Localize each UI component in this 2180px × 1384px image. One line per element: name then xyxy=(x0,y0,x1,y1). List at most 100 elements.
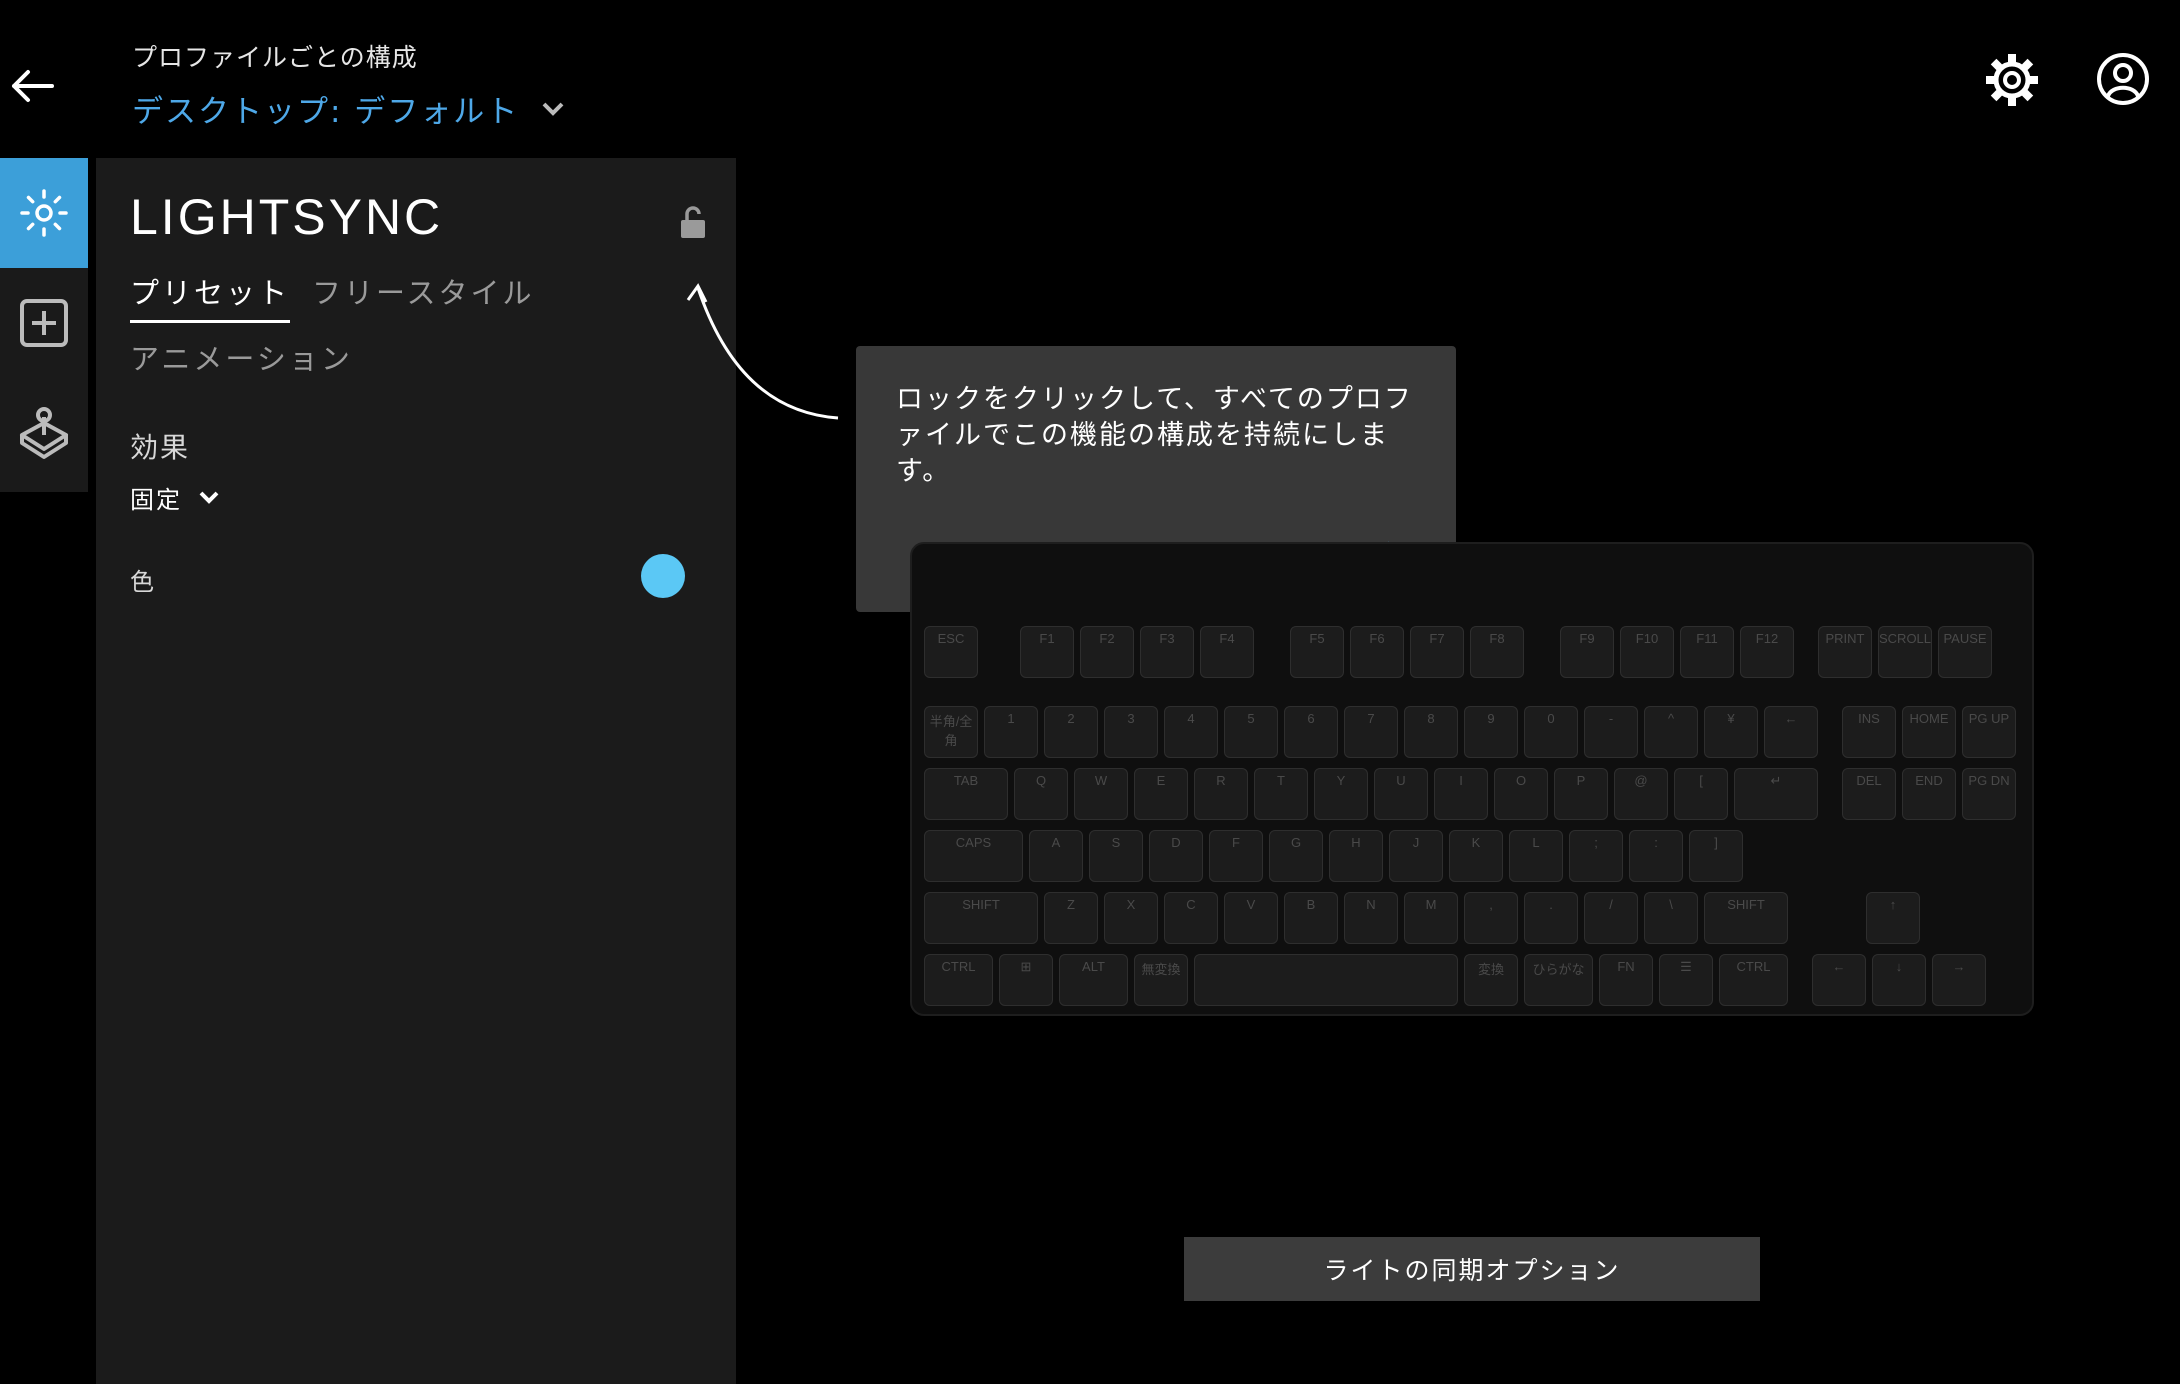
keyboard-key[interactable]: END xyxy=(1902,768,1956,820)
keyboard-key[interactable]: TAB xyxy=(924,768,1008,820)
settings-button[interactable] xyxy=(1984,52,2040,108)
keyboard-key[interactable]: ↵ xyxy=(1734,768,1818,820)
color-swatch[interactable] xyxy=(641,554,685,598)
keyboard-key[interactable]: 1 xyxy=(984,706,1038,758)
keyboard-key[interactable]: Z xyxy=(1044,892,1098,944)
keyboard-key[interactable]: F12 xyxy=(1740,626,1794,678)
keyboard-key[interactable]: ひらがな xyxy=(1524,954,1593,1006)
keyboard-key[interactable]: ⊞ xyxy=(999,954,1053,1006)
keyboard-key[interactable]: M xyxy=(1404,892,1458,944)
keyboard-key[interactable]: 8 xyxy=(1404,706,1458,758)
keyboard-key[interactable]: HOME xyxy=(1902,706,1956,758)
keyboard-key[interactable]: 0 xyxy=(1524,706,1578,758)
back-button[interactable] xyxy=(8,66,56,106)
keyboard-key[interactable]: F3 xyxy=(1140,626,1194,678)
rail-item-lighting[interactable] xyxy=(0,158,88,268)
keyboard-key[interactable]: ALT xyxy=(1059,954,1128,1006)
profile-selector[interactable]: デスクトップ: デフォルト xyxy=(132,86,565,131)
keyboard-key[interactable]: ; xyxy=(1569,830,1623,882)
keyboard-key[interactable]: @ xyxy=(1614,768,1668,820)
keyboard-key[interactable]: Y xyxy=(1314,768,1368,820)
keyboard-key[interactable]: 半角/全角 xyxy=(924,706,978,758)
keyboard-key[interactable]: F10 xyxy=(1620,626,1674,678)
keyboard-key[interactable]: B xyxy=(1284,892,1338,944)
keyboard-key[interactable]: O xyxy=(1494,768,1548,820)
keyboard-key[interactable]: [ xyxy=(1674,768,1728,820)
keyboard-key[interactable]: Q xyxy=(1014,768,1068,820)
keyboard-key[interactable]: \ xyxy=(1644,892,1698,944)
keyboard-key[interactable]: FN xyxy=(1599,954,1653,1006)
lock-button[interactable] xyxy=(678,204,708,240)
keyboard-key[interactable]: X xyxy=(1104,892,1158,944)
keyboard-key[interactable]: ^ xyxy=(1644,706,1698,758)
keyboard-key[interactable]: F6 xyxy=(1350,626,1404,678)
keyboard-key[interactable]: → xyxy=(1932,954,1986,1006)
keyboard-key[interactable]: V xyxy=(1224,892,1278,944)
keyboard-key[interactable]: SCROLL xyxy=(1878,626,1932,678)
keyboard-key[interactable]: 6 xyxy=(1284,706,1338,758)
keyboard-key[interactable]: D xyxy=(1149,830,1203,882)
keyboard-key[interactable]: W xyxy=(1074,768,1128,820)
keyboard-key[interactable]: 変換 xyxy=(1464,954,1518,1006)
keyboard-key[interactable]: PG DN xyxy=(1962,768,2016,820)
keyboard-key[interactable]: F xyxy=(1209,830,1263,882)
keyboard-key[interactable]: ☰ xyxy=(1659,954,1713,1006)
keyboard-key[interactable]: F4 xyxy=(1200,626,1254,678)
keyboard-key[interactable]: F11 xyxy=(1680,626,1734,678)
keyboard-key[interactable]: 7 xyxy=(1344,706,1398,758)
keyboard-key[interactable]: A xyxy=(1029,830,1083,882)
keyboard-key[interactable]: J xyxy=(1389,830,1443,882)
keyboard-key[interactable]: PG UP xyxy=(1962,706,2016,758)
keyboard-key[interactable]: F5 xyxy=(1290,626,1344,678)
keyboard-key[interactable]: PRINT xyxy=(1818,626,1872,678)
keyboard-key[interactable]: F1 xyxy=(1020,626,1074,678)
keyboard-key[interactable]: 3 xyxy=(1104,706,1158,758)
keyboard-key[interactable]: ← xyxy=(1812,954,1866,1006)
keyboard-key[interactable]: 2 xyxy=(1044,706,1098,758)
keyboard-key[interactable]: P xyxy=(1554,768,1608,820)
keyboard-key[interactable]: F7 xyxy=(1410,626,1464,678)
keyboard-key[interactable]: L xyxy=(1509,830,1563,882)
keyboard-key[interactable]: 5 xyxy=(1224,706,1278,758)
tab-preset[interactable]: プリセット xyxy=(130,270,291,323)
account-button[interactable] xyxy=(2096,52,2150,106)
keyboard-key[interactable]: F9 xyxy=(1560,626,1614,678)
keyboard-key[interactable]: ↓ xyxy=(1872,954,1926,1006)
keyboard-key[interactable]: : xyxy=(1629,830,1683,882)
rail-item-game-mode[interactable] xyxy=(0,378,88,488)
keyboard-key[interactable]: . xyxy=(1524,892,1578,944)
keyboard-key[interactable]: K xyxy=(1449,830,1503,882)
tab-animation[interactable]: アニメーション xyxy=(130,336,353,378)
keyboard-key[interactable]: 9 xyxy=(1464,706,1518,758)
keyboard-key[interactable]: 4 xyxy=(1164,706,1218,758)
keyboard-key[interactable]: F8 xyxy=(1470,626,1524,678)
keyboard-key[interactable]: G xyxy=(1269,830,1323,882)
keyboard-key[interactable]: U xyxy=(1374,768,1428,820)
effect-dropdown[interactable]: 固定 xyxy=(130,480,220,515)
keyboard-key[interactable]: 無変換 xyxy=(1134,954,1188,1006)
keyboard-key[interactable]: H xyxy=(1329,830,1383,882)
keyboard-key[interactable]: INS xyxy=(1842,706,1896,758)
keyboard-key[interactable]: F2 xyxy=(1080,626,1134,678)
keyboard-key[interactable]: , xyxy=(1464,892,1518,944)
keyboard-key[interactable]: ↑ xyxy=(1866,892,1920,944)
keyboard-key[interactable]: C xyxy=(1164,892,1218,944)
keyboard-key[interactable]: DEL xyxy=(1842,768,1896,820)
keyboard-key[interactable]: R xyxy=(1194,768,1248,820)
tab-freestyle[interactable]: フリースタイル xyxy=(312,270,535,312)
keyboard-key[interactable]: / xyxy=(1584,892,1638,944)
keyboard-key[interactable]: SHIFT xyxy=(924,892,1038,944)
keyboard-key[interactable]: E xyxy=(1134,768,1188,820)
keyboard-key[interactable]: N xyxy=(1344,892,1398,944)
keyboard-key[interactable]: S xyxy=(1089,830,1143,882)
keyboard-key[interactable]: CAPS xyxy=(924,830,1023,882)
keyboard-key[interactable]: SHIFT xyxy=(1704,892,1788,944)
keyboard-key[interactable]: I xyxy=(1434,768,1488,820)
rail-item-assignments[interactable] xyxy=(0,268,88,378)
keyboard-key[interactable]: CTRL xyxy=(1719,954,1788,1006)
keyboard-key[interactable]: T xyxy=(1254,768,1308,820)
light-sync-options-button[interactable]: ライトの同期オプション xyxy=(1184,1237,1760,1301)
keyboard-key[interactable]: ] xyxy=(1689,830,1743,882)
keyboard-key[interactable]: ¥ xyxy=(1704,706,1758,758)
keyboard-key[interactable]: CTRL xyxy=(924,954,993,1006)
